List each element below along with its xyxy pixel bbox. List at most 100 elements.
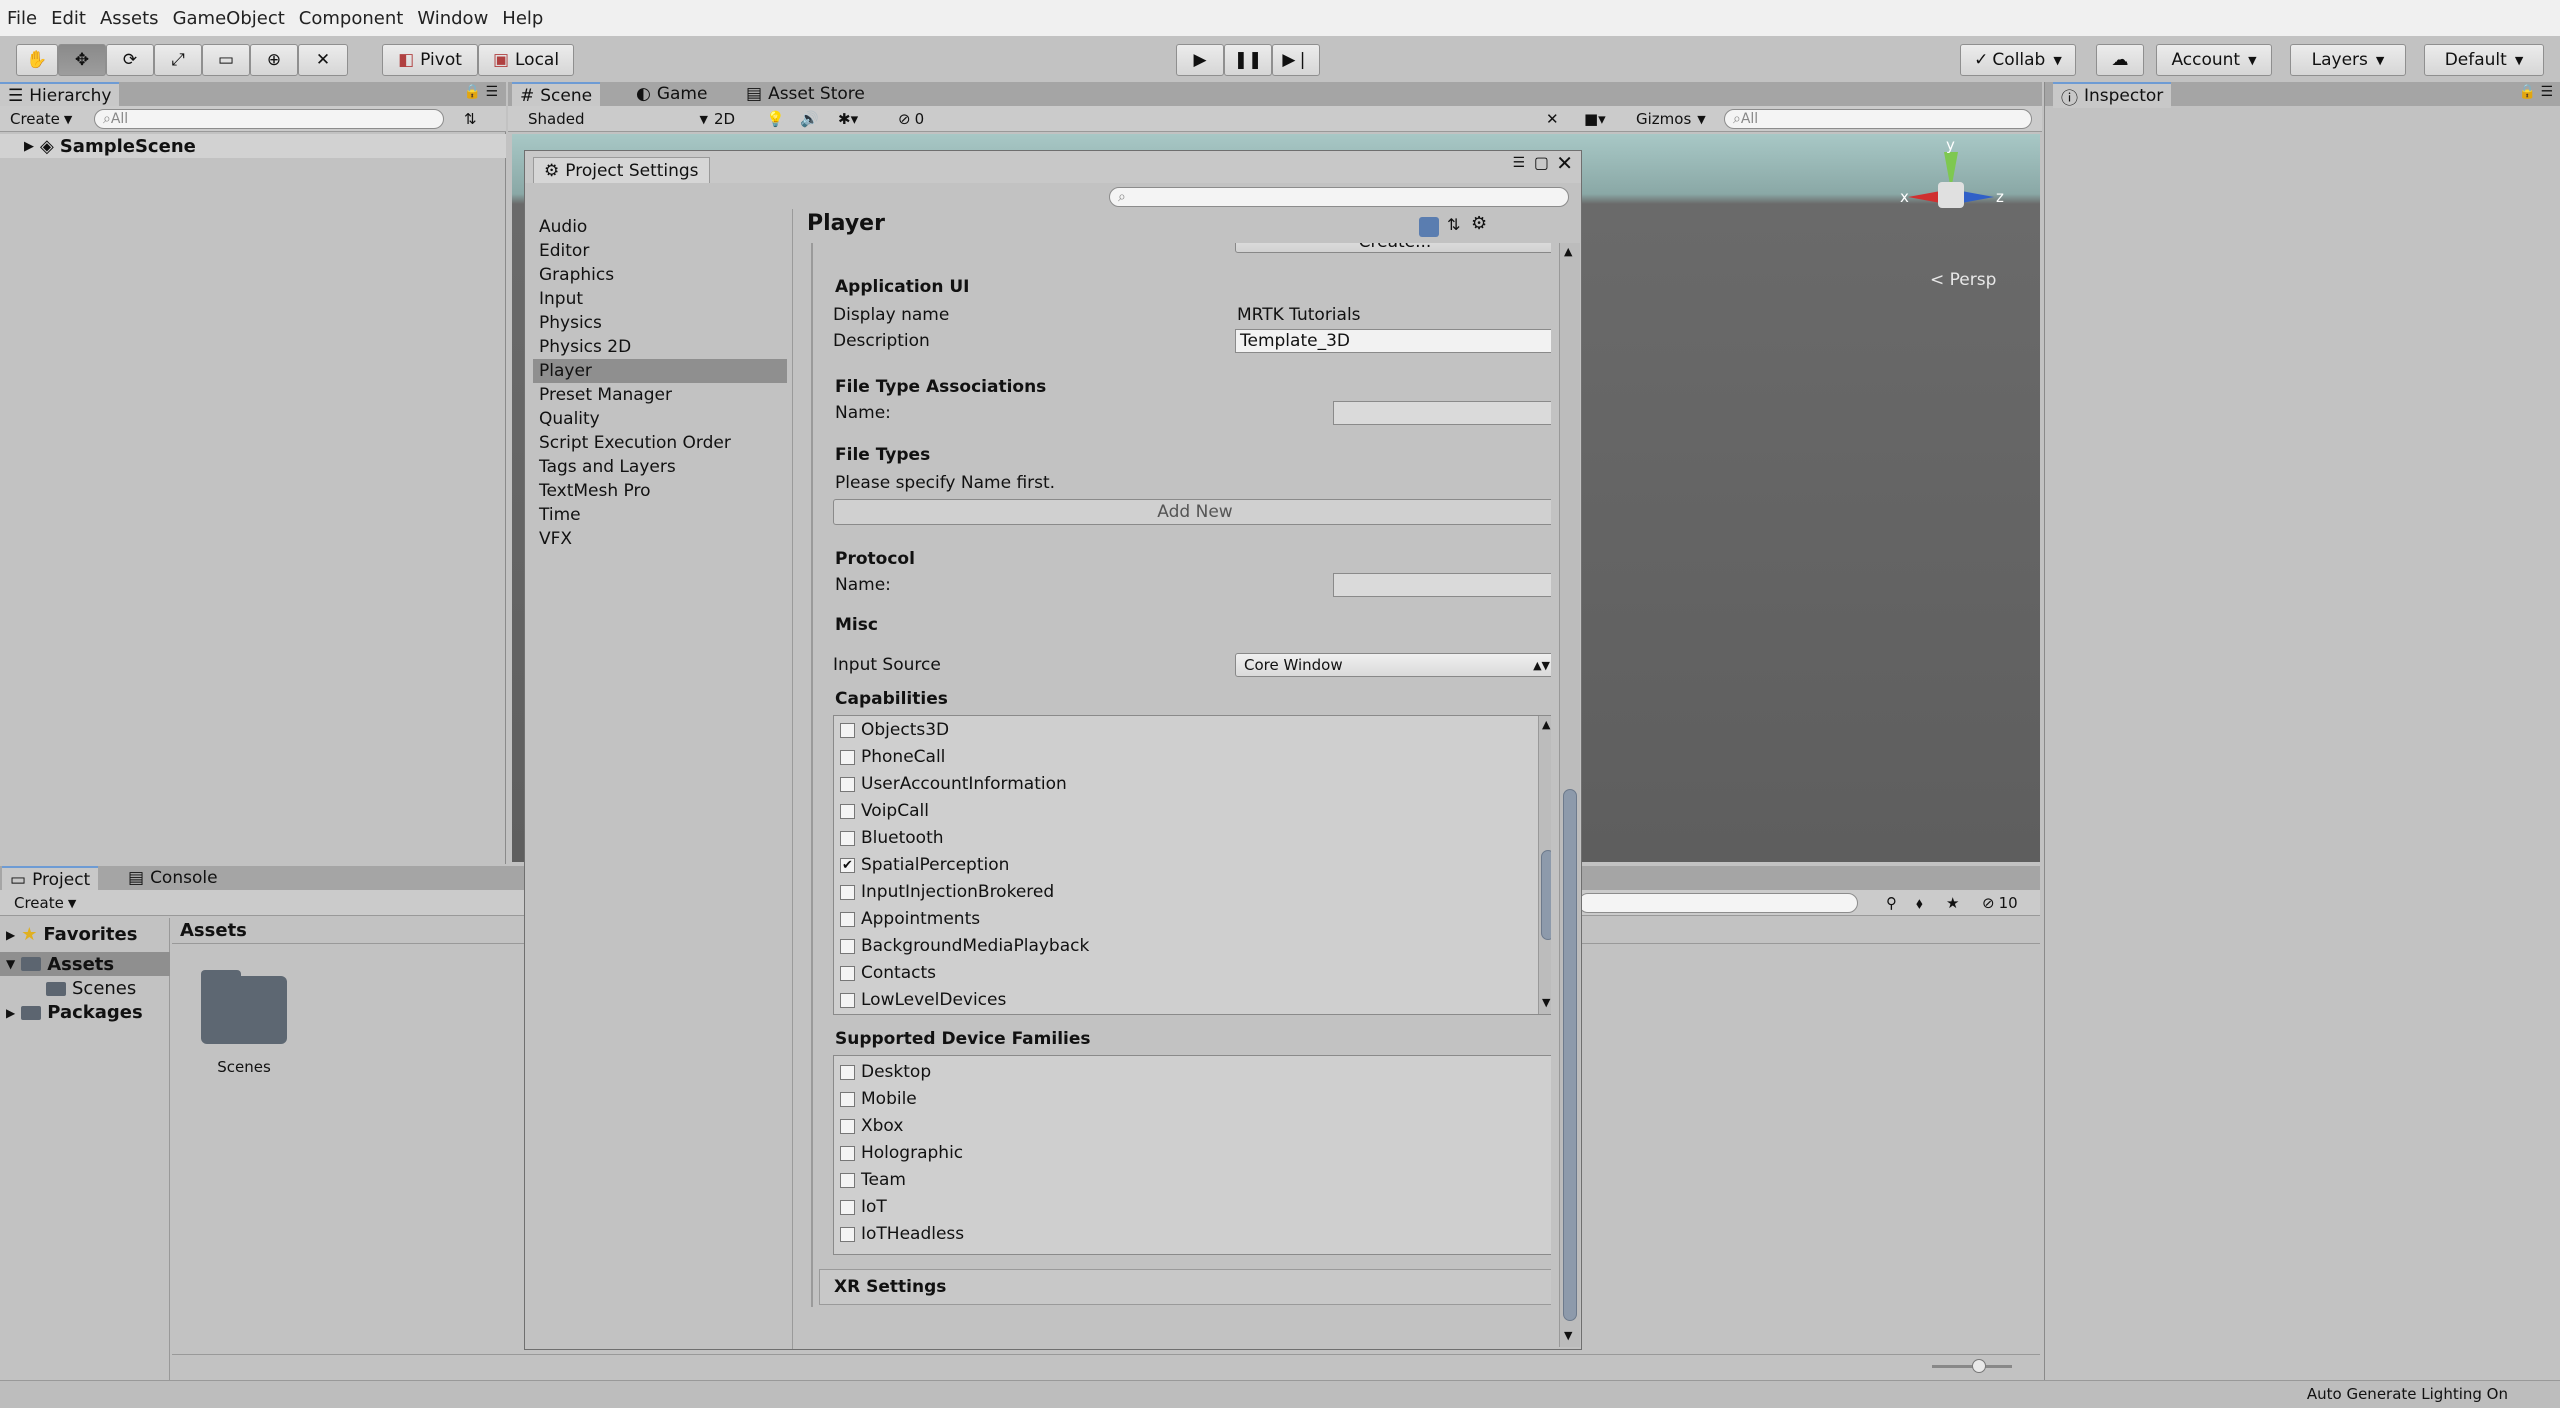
checkbox[interactable]	[840, 938, 855, 954]
checkbox[interactable]	[840, 965, 855, 981]
menu-file[interactable]: File	[0, 8, 44, 29]
move-tool-icon[interactable]: ✥	[58, 44, 106, 76]
menu-assets[interactable]: Assets	[93, 8, 166, 29]
menu-gameobject[interactable]: GameObject	[166, 8, 292, 29]
checkbox[interactable]	[840, 830, 855, 846]
checkbox[interactable]	[840, 992, 855, 1008]
tab-inspector[interactable]: ⓘ Inspector	[2053, 82, 2172, 109]
checkbox[interactable]	[840, 911, 855, 927]
checkbox[interactable]	[840, 1064, 855, 1080]
panel-menu-icon[interactable]: 🔒 ☰	[464, 84, 498, 100]
checkbox[interactable]	[840, 1172, 855, 1188]
device-holographic[interactable]: Holographic	[840, 1141, 963, 1165]
effects-icon[interactable]: ✱▾	[832, 109, 864, 129]
checkbox[interactable]	[840, 1118, 855, 1134]
capability-appointments[interactable]: Appointments	[840, 907, 980, 931]
scene-search-input[interactable]: ⌕ All	[1724, 109, 2032, 129]
panel-menu-icon[interactable]: 🔒 ☰	[2519, 84, 2553, 100]
expand-arrow-icon[interactable]: ▶	[24, 139, 34, 154]
tab-hierarchy[interactable]: ☰ Hierarchy	[0, 82, 120, 108]
preset-icon[interactable]: ⇅	[1447, 215, 1460, 234]
menu-window[interactable]: Window	[410, 8, 495, 29]
sidebar-item-graphics[interactable]: Graphics	[533, 263, 787, 287]
capability-inputinjectionbrokered[interactable]: InputInjectionBrokered	[840, 880, 1054, 904]
capability-backgroundmediaplayback[interactable]: BackgroundMediaPlayback	[840, 934, 1089, 958]
tab-project[interactable]: ▭ Project	[2, 866, 99, 892]
sidebar-item-player[interactable]: Player	[533, 359, 787, 383]
scene-row[interactable]: ▶ ◈ SampleScene	[0, 134, 506, 158]
device-mobile[interactable]: Mobile	[840, 1087, 917, 1111]
sidebar-item-quality[interactable]: Quality	[533, 407, 787, 431]
scroll-up-icon[interactable]: ▲	[1542, 718, 1550, 731]
sidebar-item-tags-and-layers[interactable]: Tags and Layers	[533, 455, 787, 479]
capabilities-scrollbar[interactable]: ▲ ▼	[1538, 716, 1551, 1014]
pivot-button[interactable]: ◧ Pivot	[382, 44, 478, 76]
hidden-objects-toggle[interactable]: ⊘ 0	[892, 109, 930, 129]
2d-toggle[interactable]: 2D	[708, 109, 741, 129]
capabilities-list[interactable]: Objects3D PhoneCall UserAccountInformati…	[833, 715, 1551, 1015]
sidebar-item-audio[interactable]: Audio	[533, 215, 787, 239]
sidebar-item-preset-manager[interactable]: Preset Manager	[533, 383, 787, 407]
capabilities-scroll-thumb[interactable]	[1541, 850, 1551, 940]
custom-tool-icon[interactable]: ✕	[298, 44, 348, 76]
center-cube[interactable]	[1938, 182, 1964, 208]
pause-button[interactable]: ❚❚	[1224, 44, 1272, 76]
scroll-down-icon[interactable]: ▼	[1564, 1329, 1572, 1342]
capability-phonecall[interactable]: PhoneCall	[840, 745, 945, 769]
rotate-tool-icon[interactable]: ⟳	[106, 44, 154, 76]
protocol-name-field[interactable]	[1333, 573, 1551, 597]
maximize-icon[interactable]: ▢	[1534, 153, 1549, 172]
project-settings-tab[interactable]: ⚙ Project Settings	[533, 157, 710, 183]
collab-dropdown[interactable]: ✓ Collab ▼	[1960, 44, 2076, 76]
transform-tool-icon[interactable]: ⊕	[250, 44, 298, 76]
help-icon[interactable]	[1419, 217, 1439, 237]
label-icon[interactable]: ⬧	[1910, 893, 1929, 913]
hand-tool-icon[interactable]: ✋	[16, 44, 58, 76]
project-create-button[interactable]: Create ▼	[8, 893, 82, 913]
checkbox[interactable]	[840, 1091, 855, 1107]
device-families-list[interactable]: Desktop Mobile Xbox Holographic Team IoT…	[833, 1055, 1551, 1255]
local-button[interactable]: ▣ Local	[478, 44, 574, 76]
device-iot[interactable]: IoT	[840, 1195, 887, 1219]
sidebar-item-editor[interactable]: Editor	[533, 239, 787, 263]
hidden-packages-toggle[interactable]: ⊘ 10	[1976, 893, 2024, 913]
device-xbox[interactable]: Xbox	[840, 1114, 903, 1138]
file-type-name-field[interactable]	[1333, 401, 1551, 425]
close-icon[interactable]: ✕	[1556, 151, 1573, 175]
scroll-down-icon[interactable]: ▼	[1542, 996, 1550, 1009]
sidebar-item-script-execution-order[interactable]: Script Execution Order	[533, 431, 787, 455]
shading-dropdown[interactable]: Shaded ▼	[522, 109, 714, 129]
xr-settings-foldout[interactable]: XR Settings	[819, 1269, 1551, 1305]
checkbox-checked[interactable]: ✔	[840, 857, 855, 873]
hierarchy-search-input[interactable]: ⌕ All	[94, 109, 444, 129]
settings-scroll-thumb[interactable]	[1563, 789, 1577, 1321]
step-button[interactable]: ▶❘	[1272, 44, 1320, 76]
checkbox[interactable]	[840, 803, 855, 819]
sidebar-item-physics-2d[interactable]: Physics 2D	[533, 335, 787, 359]
capability-useraccountinformation[interactable]: UserAccountInformation	[840, 772, 1067, 796]
play-button[interactable]: ▶	[1176, 44, 1224, 76]
zoom-slider-handle[interactable]	[1972, 1359, 1986, 1373]
scenes-item[interactable]: Scenes	[46, 978, 136, 999]
menu-help[interactable]: Help	[495, 8, 550, 29]
sort-icon[interactable]: ⇅	[458, 109, 483, 129]
capability-bluetooth[interactable]: Bluetooth	[840, 826, 944, 850]
sidebar-item-physics[interactable]: Physics	[533, 311, 787, 335]
tab-game[interactable]: ◐ Game	[628, 82, 715, 106]
assets-item[interactable]: ▼ Assets	[0, 952, 170, 976]
menu-edit[interactable]: Edit	[44, 8, 93, 29]
capability-lowleveldevices[interactable]: LowLevelDevices	[840, 988, 1006, 1012]
device-iotheadless[interactable]: IoTHeadless	[840, 1222, 964, 1246]
capability-voipcall[interactable]: VoipCall	[840, 799, 929, 823]
sidebar-item-textmesh-pro[interactable]: TextMesh Pro	[533, 479, 787, 503]
lighting-icon[interactable]: 💡	[760, 109, 791, 129]
checkbox[interactable]	[840, 1199, 855, 1215]
settings-search-input[interactable]: ⌕	[1109, 187, 1569, 207]
scale-tool-icon[interactable]: ⤢	[154, 44, 202, 76]
audio-icon[interactable]: 🔊	[794, 109, 825, 129]
rect-tool-icon[interactable]: ▭	[202, 44, 250, 76]
checkbox[interactable]	[840, 884, 855, 900]
cloud-icon[interactable]: ☁	[2096, 44, 2144, 76]
create-button[interactable]: Create...	[1235, 243, 1551, 253]
display-name-value[interactable]: MRTK Tutorials	[1237, 305, 1361, 325]
